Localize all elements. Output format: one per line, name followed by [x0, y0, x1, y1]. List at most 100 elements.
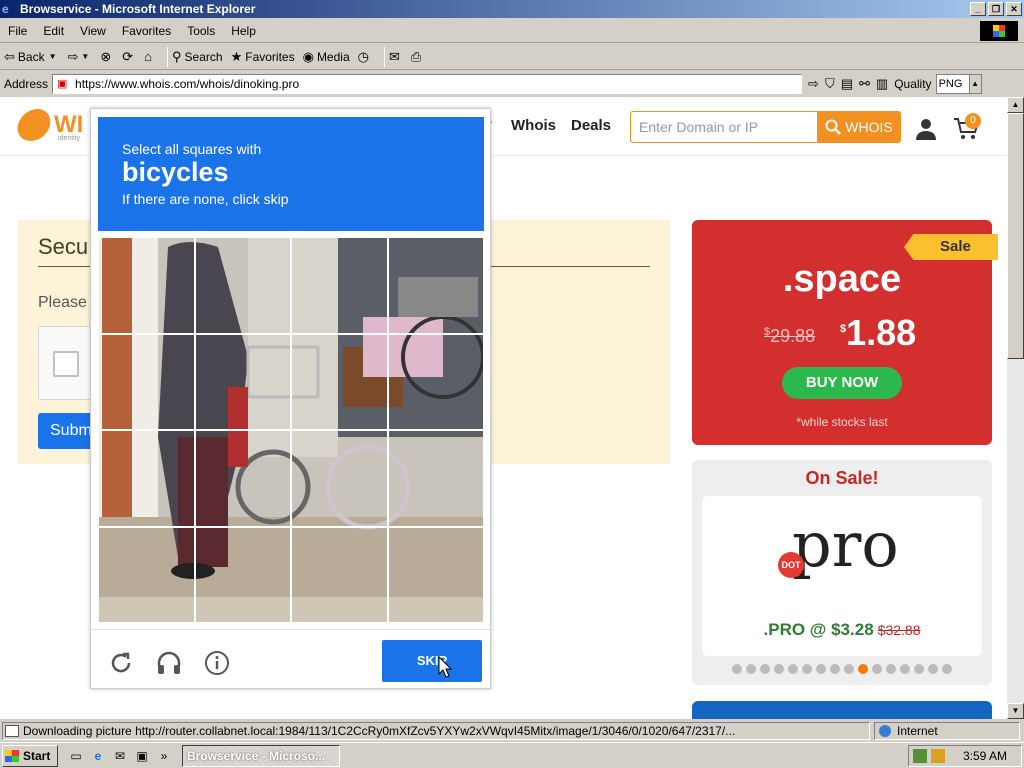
taskbar-browservice[interactable]: Browservice - Microso...: [182, 744, 340, 767]
recaptcha-checkbox[interactable]: [53, 351, 79, 377]
whois-logo[interactable]: WI identity: [14, 109, 98, 145]
page-view-icon[interactable]: ▤: [841, 76, 853, 92]
search-button[interactable]: ⚲ Search: [172, 49, 223, 65]
mail-button[interactable]: ✉: [389, 49, 403, 65]
grid-tile-12[interactable]: [387, 430, 484, 527]
grid-tile-13[interactable]: [98, 526, 195, 623]
page-scrollbar[interactable]: ▲ ▼: [1007, 97, 1024, 719]
skip-button[interactable]: SKIP: [382, 640, 482, 682]
scroll-up-icon[interactable]: ▲: [1007, 97, 1024, 113]
menu-tools[interactable]: Tools: [179, 24, 223, 38]
menu-edit[interactable]: Edit: [35, 24, 72, 38]
grid-tile-6[interactable]: [194, 333, 291, 430]
nav-deals[interactable]: Deals: [571, 117, 611, 134]
grid-tile-4[interactable]: [387, 237, 484, 334]
grid-tile-9[interactable]: [98, 430, 195, 527]
carousel-dot[interactable]: [844, 664, 854, 674]
page-icon: ▣: [57, 78, 68, 90]
whois-search-button[interactable]: WHOIS: [817, 111, 901, 143]
start-button[interactable]: Start: [2, 744, 58, 767]
grid-tile-7[interactable]: [291, 333, 388, 430]
quick-launch: ▭ e ✉ ▣ »: [68, 748, 172, 764]
mouse-cursor-icon: [438, 656, 452, 678]
outlook-icon[interactable]: ✉: [112, 748, 128, 764]
carousel-dot[interactable]: [886, 664, 896, 674]
grid-tile-3[interactable]: [291, 237, 388, 334]
network-icon[interactable]: [912, 749, 927, 763]
media-button[interactable]: ◉ Media: [303, 49, 350, 65]
space-sale-ad[interactable]: Sale .space $29.88 $1.88 BUY NOW *while …: [692, 220, 998, 445]
carousel-dots[interactable]: [732, 664, 952, 674]
explorer-icon[interactable]: ▣: [134, 748, 150, 764]
space-old-price: $29.88: [764, 326, 816, 346]
grid-tile-2[interactable]: [194, 237, 291, 334]
address-input[interactable]: ▣ https://www.whois.com/whois/dinoking.p…: [52, 74, 803, 94]
carousel-dot[interactable]: [900, 664, 910, 674]
quality-select[interactable]: PNG ▲▼: [935, 74, 982, 106]
toolbar-separator: [167, 46, 169, 67]
desktop-icon[interactable]: ▭: [68, 748, 84, 764]
info-icon[interactable]: [204, 650, 230, 676]
carousel-dot[interactable]: [746, 664, 756, 674]
carousel-dot[interactable]: [802, 664, 812, 674]
grid-tile-1[interactable]: [98, 237, 195, 334]
ie-icon: e: [2, 2, 9, 16]
carousel-dot[interactable]: [928, 664, 938, 674]
carousel-dot[interactable]: [942, 664, 952, 674]
grid-tile-15[interactable]: [291, 526, 388, 623]
find-icon[interactable]: ⚯: [859, 76, 870, 92]
grid-tile-5[interactable]: [98, 333, 195, 430]
nav-whois[interactable]: Whois: [511, 117, 556, 134]
carousel-dot[interactable]: [760, 664, 770, 674]
mail-icon: ✉: [388, 48, 400, 64]
quicklaunch-more-icon[interactable]: »: [156, 748, 172, 764]
grid-tile-14[interactable]: [194, 526, 291, 623]
blue-ad-partial[interactable]: [692, 701, 992, 719]
carousel-dot[interactable]: [732, 664, 742, 674]
carousel-dot[interactable]: [914, 664, 924, 674]
grid-tile-11[interactable]: [291, 430, 388, 527]
search-icon: [825, 119, 842, 135]
refresh-button[interactable]: ⟳: [122, 49, 136, 65]
carousel-dot[interactable]: [788, 664, 798, 674]
domain-search-input[interactable]: Enter Domain or IP: [630, 111, 818, 143]
reload-icon[interactable]: [108, 650, 134, 676]
favorites-button[interactable]: ★ Favorites: [231, 49, 295, 65]
tray-app-icon[interactable]: [930, 749, 945, 763]
clipboard-icon[interactable]: ▥: [876, 76, 888, 92]
grid-tile-8[interactable]: [387, 333, 484, 430]
forward-button[interactable]: ⇨ ▼: [68, 49, 93, 65]
grid-tile-16[interactable]: [387, 526, 484, 623]
carousel-dot[interactable]: [872, 664, 882, 674]
menu-help[interactable]: Help: [223, 24, 264, 38]
ie-quicklaunch-icon[interactable]: e: [90, 748, 106, 764]
back-button[interactable]: ⇦ Back ▼: [4, 49, 60, 65]
carousel-dot[interactable]: [830, 664, 840, 674]
scroll-thumb[interactable]: [1007, 113, 1024, 359]
minimize-button[interactable]: _: [970, 2, 986, 16]
menu-view[interactable]: View: [72, 24, 114, 38]
sale-ribbon: Sale: [904, 234, 998, 260]
stop-icon: ⊗: [100, 48, 112, 64]
carousel-dot[interactable]: [816, 664, 826, 674]
user-icon[interactable]: [914, 116, 938, 140]
bookmark-icon[interactable]: ⛉: [825, 76, 835, 92]
recaptcha-challenge: Select all squares with bicycles If ther…: [90, 108, 491, 689]
print-button[interactable]: ⎙: [411, 49, 424, 65]
carousel-dot[interactable]: [858, 664, 868, 674]
pro-sale-ad[interactable]: On Sale! pro DOT .PRO @ $3.28 $32.88: [692, 460, 992, 685]
close-button[interactable]: ✕: [1006, 2, 1022, 16]
scroll-down-icon[interactable]: ▼: [1007, 703, 1024, 719]
pro-card[interactable]: pro DOT .PRO @ $3.28 $32.88: [702, 496, 982, 656]
menu-favorites[interactable]: Favorites: [114, 24, 179, 38]
grid-tile-10[interactable]: [194, 430, 291, 527]
buy-now-button[interactable]: BUY NOW: [782, 367, 902, 399]
history-button[interactable]: ◷: [358, 49, 372, 65]
stop-button[interactable]: ⊗: [100, 49, 114, 65]
home-button[interactable]: ⌂: [144, 49, 155, 64]
carousel-dot[interactable]: [774, 664, 784, 674]
restore-button[interactable]: ❐: [988, 2, 1004, 16]
go-arrow-icon[interactable]: ⇨: [808, 76, 819, 92]
menu-file[interactable]: File: [0, 24, 35, 38]
headphones-icon[interactable]: [156, 650, 182, 676]
